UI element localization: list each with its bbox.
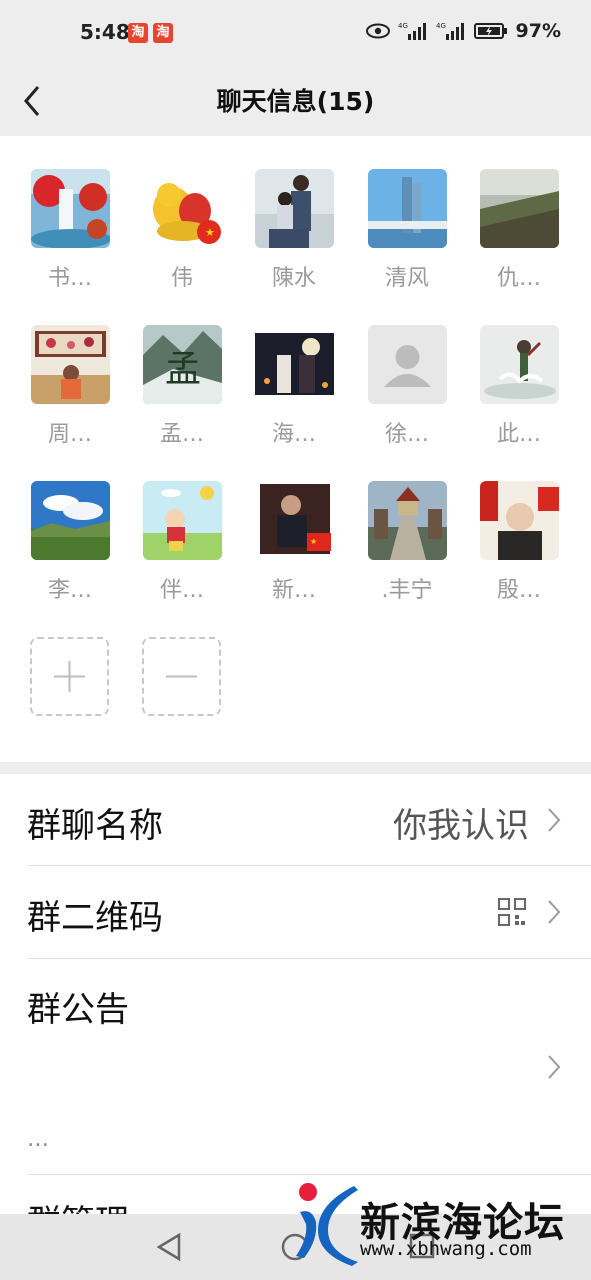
signal-icon: 4G (398, 22, 426, 40)
status-right: 4G 4G 97% (365, 20, 561, 42)
notice-ellipsis: … (27, 1127, 49, 1152)
header: 聊天信息(15) (0, 66, 591, 136)
member-name: 伴… (159, 578, 204, 603)
member-avatar: ★ (254, 481, 334, 560)
member-item[interactable]: 周… (20, 325, 120, 448)
battery-icon (473, 23, 507, 39)
member-name: 李… (47, 578, 92, 603)
member-item[interactable]: 徐… (357, 325, 457, 448)
svg-text:★: ★ (205, 226, 215, 239)
chevron-right-icon (548, 900, 561, 924)
member-name: 新… (271, 578, 316, 603)
watermark-logo: 新滨海论坛 www.xbhwang.com (292, 1178, 591, 1268)
chevron-right-icon (548, 1055, 561, 1079)
member-item[interactable]: 伴… (132, 481, 232, 604)
member-item[interactable]: 海… (244, 325, 344, 448)
member-item[interactable]: ★ 新… (244, 481, 344, 604)
member-grid: 书… ★ 伟 陳水 清风 仇… 周… 孟 孟… 海… 徐… 此… 李… 伴… ★… (0, 136, 591, 762)
group-name-label: 群聊名称 (27, 806, 163, 846)
member-item[interactable]: 陳水 (244, 169, 344, 292)
add-member-button[interactable] (30, 637, 109, 716)
member-item[interactable]: 仇… (469, 169, 569, 292)
member-item[interactable]: .丰宁 (357, 481, 457, 604)
member-item[interactable]: 清风 (357, 169, 457, 292)
member-avatar (367, 325, 447, 404)
member-name: 书… (47, 266, 92, 291)
status-bar: 5:48 淘 淘 4G 4G 97% (0, 0, 591, 66)
member-name: 徐… (384, 422, 429, 447)
member-avatar: 孟 (142, 325, 222, 404)
member-name: 陳水 (271, 266, 316, 291)
member-item[interactable]: 书… (20, 169, 120, 292)
qr-code-icon (498, 898, 526, 926)
member-avatar (254, 169, 334, 248)
svg-text:★: ★ (310, 537, 317, 546)
section-divider (0, 762, 591, 774)
eye-icon (365, 23, 390, 39)
member-avatar (479, 481, 559, 560)
member-avatar (142, 481, 222, 560)
group-qr-row[interactable]: 群二维码 (0, 866, 591, 958)
member-avatar (479, 325, 559, 404)
status-time: 5:48 (80, 20, 130, 44)
svg-text:孟: 孟 (165, 349, 201, 390)
svg-text:4G: 4G (398, 22, 408, 30)
watermark-url: www.xbhwang.com (360, 1238, 532, 1260)
group-notice-label: 群公告 (27, 990, 129, 1030)
svg-text:4G: 4G (436, 22, 446, 30)
group-manage-label: 群管理 (27, 1195, 129, 1215)
logo-mark-icon (296, 1183, 358, 1266)
member-item[interactable]: 殷… (469, 481, 569, 604)
chevron-right-icon (548, 808, 561, 832)
minus-icon (166, 675, 197, 678)
member-avatar (367, 169, 447, 248)
member-item[interactable]: 此… (469, 325, 569, 448)
group-qr-label: 群二维码 (27, 898, 163, 938)
settings-list: 群聊名称 你我认识 群二维码 群公告 … 群管理 (0, 774, 591, 1215)
member-avatar (479, 169, 559, 248)
nav-back-icon[interactable] (155, 1232, 183, 1262)
member-avatar (30, 481, 110, 560)
member-item[interactable]: 李… (20, 481, 120, 604)
member-name: .丰宁 (381, 578, 433, 603)
member-name: 海… (271, 422, 316, 447)
group-name-value: 你我认识 (393, 806, 529, 846)
page-title: 聊天信息(15) (216, 87, 375, 116)
taobao-app-icon: 淘 (153, 23, 173, 43)
member-avatar (367, 481, 447, 560)
group-name-row[interactable]: 群聊名称 你我认识 (0, 774, 591, 865)
taobao-app-icon: 淘 (128, 23, 148, 43)
member-avatar (254, 325, 334, 404)
member-name: 此… (496, 422, 541, 447)
member-item[interactable]: ★ 伟 (132, 169, 232, 292)
member-avatar: ★ (142, 169, 222, 248)
member-name: 周… (47, 422, 92, 447)
remove-member-button[interactable] (142, 637, 221, 716)
member-name: 孟… (159, 422, 204, 447)
member-avatar (30, 325, 110, 404)
member-name: 殷… (496, 578, 541, 603)
signal-icon: 4G (436, 22, 464, 40)
plus-icon (54, 661, 85, 692)
member-avatar (30, 169, 110, 248)
battery-percent: 97% (515, 20, 561, 42)
member-name: 伟 (170, 266, 193, 291)
group-notice-row[interactable]: 群公告 … (0, 959, 591, 1174)
member-item[interactable]: 孟 孟… (132, 325, 232, 448)
member-name: 仇… (496, 266, 541, 291)
member-name: 清风 (384, 266, 429, 291)
